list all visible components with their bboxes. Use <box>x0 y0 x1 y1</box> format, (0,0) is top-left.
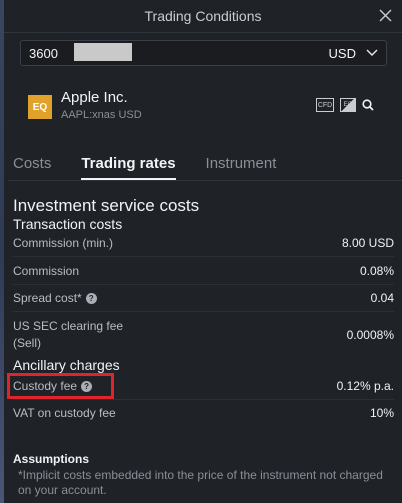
highlight-box <box>7 373 114 399</box>
row-value: 0.08% <box>359 264 394 278</box>
trading-conditions-panel: Trading Conditions 3600 USD EQ Apple Inc… <box>4 0 402 503</box>
assumptions-title: Assumptions <box>13 452 90 466</box>
instrument-name: Apple Inc. <box>61 89 128 106</box>
close-icon <box>379 9 391 21</box>
instrument-symbol: AAPL:xnas USD <box>61 109 142 121</box>
row-value: 0.12% p.a. <box>336 379 394 393</box>
tabs-divider <box>8 180 402 181</box>
row-label: Commission <box>13 264 80 278</box>
row-label-group: Spread cost*? <box>13 291 97 305</box>
ancillary-charges-title: Ancillary charges <box>13 357 120 373</box>
tab-instrument[interactable]: Instrument <box>206 155 277 180</box>
row-divider <box>13 284 394 285</box>
cfd-icon[interactable]: CFD <box>316 98 334 112</box>
section-title: Investment service costs <box>13 196 200 215</box>
instrument-type-badge: EQ <box>28 95 52 119</box>
row-divider <box>13 311 394 312</box>
row-divider <box>13 399 394 400</box>
eq-icon-label: EQ <box>343 102 353 108</box>
account-number-redaction <box>74 43 132 61</box>
row-label: VAT on custody fee <box>13 406 116 420</box>
instrument-actions: CFD EQ <box>316 98 374 112</box>
panel-header: Trading Conditions <box>4 0 402 33</box>
table-row: Commission 0.08% <box>13 264 394 278</box>
help-icon[interactable]: ? <box>85 293 97 305</box>
chevron-down-icon <box>366 49 378 56</box>
transaction-costs-title: Transaction costs <box>13 216 123 232</box>
close-button[interactable] <box>374 4 396 26</box>
row-label: Commission (min.) <box>13 236 114 250</box>
account-number: 3600 <box>29 46 58 61</box>
tab-trading-rates[interactable]: Trading rates <box>81 155 176 180</box>
row-value: 10% <box>369 406 394 420</box>
tab-costs[interactable]: Costs <box>13 155 51 180</box>
account-selector[interactable]: 3600 USD <box>20 40 387 66</box>
row-label-sub: (Sell) <box>13 336 42 350</box>
row-label-group: US SEC clearing fee (Sell) <box>13 318 123 352</box>
search-icon[interactable] <box>362 99 374 111</box>
table-row: Commission (min.) 8.00 USD <box>13 236 394 250</box>
row-value: 0.0008% <box>346 328 394 342</box>
row-label: US SEC clearing fee <box>13 319 124 333</box>
table-row: VAT on custody fee 10% <box>13 406 394 420</box>
assumptions-text: *Implicit costs embedded into the price … <box>18 468 383 497</box>
eq-chart-icon[interactable]: EQ <box>340 98 356 112</box>
tab-bar: Costs Trading rates Instrument <box>13 155 276 180</box>
row-value: 8.00 USD <box>341 236 394 250</box>
row-divider <box>13 256 394 257</box>
account-currency: USD <box>328 46 356 61</box>
table-row: US SEC clearing fee (Sell) 0.0008% <box>13 318 394 352</box>
panel-title: Trading Conditions <box>144 8 262 24</box>
row-value: 0.04 <box>370 291 394 305</box>
table-row: Spread cost*? 0.04 <box>13 291 394 305</box>
row-label: Spread cost* <box>13 291 82 305</box>
